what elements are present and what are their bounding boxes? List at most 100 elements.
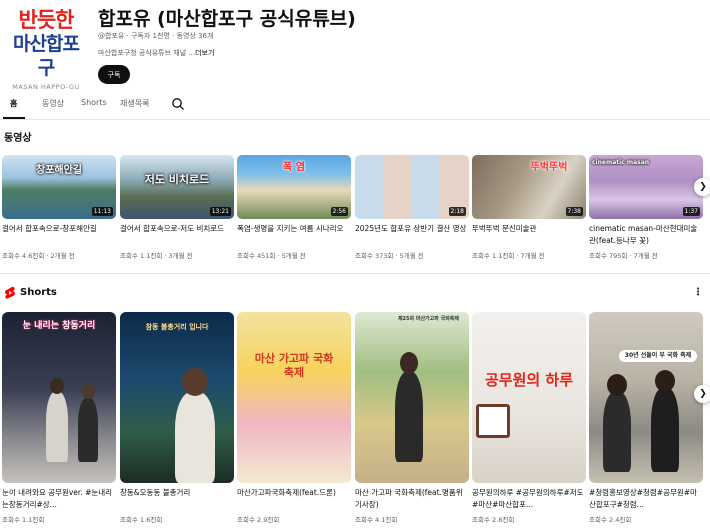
short-meta: 조회수 2.4천회 — [589, 516, 632, 524]
short-thumbnail-text: 공무원의 하루 — [484, 371, 574, 389]
channel-logo: 반듯한 마산합포구 MASAN HAPPO-GU — [6, 8, 86, 91]
short-thumbnail-text: 참동 불총거리 입니다 — [145, 323, 209, 331]
chevron-right-icon[interactable]: ❯ — [694, 385, 710, 403]
duration-badge: 2:18 — [448, 207, 466, 216]
short-title[interactable]: 마산가고파국화축제(feat.드론) — [237, 487, 351, 511]
channel-description[interactable]: 마산합포구청 공식유튜브 채널 ...더보기 — [98, 48, 214, 58]
more-vert-icon[interactable]: ⋮ — [693, 287, 703, 298]
video-title[interactable]: 폭염-생명을 지키는 여름 시나리오 — [237, 223, 351, 247]
short-meta: 조회수 4.1천회 — [355, 516, 398, 524]
chevron-right-icon[interactable]: ❯ — [694, 178, 710, 196]
video-meta: 조회수 1.1천회 · 7개월 전 — [472, 252, 545, 260]
video-meta: 조회수 4.6천회 · 2개월 전 — [2, 252, 75, 260]
logo-line3: MASAN HAPPO-GU — [12, 83, 80, 91]
short-thumbnail[interactable]: 마산 가고파 국화축제 — [237, 312, 351, 483]
video-title[interactable]: cinematic masan-마산현대미술관(feat.등나무 꽃) — [589, 223, 703, 247]
short-title[interactable]: 마산 가고파 국화축제(feat.명품위기사장) — [355, 487, 469, 511]
video-thumbnail[interactable]: cinematic masan 1:37 — [589, 155, 703, 219]
logo-line2: 마산합포구 — [13, 33, 80, 79]
thumbnail-text: cinematic masan — [592, 159, 650, 166]
channel-tabs: 홈 동영상 Shorts 재생목록 — [0, 92, 710, 120]
short-title[interactable]: 창동&오동동 불총거리 — [120, 487, 234, 511]
short-meta: 조회수 1.6천회 — [120, 516, 163, 524]
person-figure — [175, 392, 215, 483]
short-thumbnail[interactable]: 공무원의 하루 — [472, 312, 586, 483]
short-thumbnail-text: 눈 내리는 창동거리 — [22, 321, 96, 331]
video-title[interactable]: 2025년도 합포유 상반기 결산 영상 — [355, 223, 469, 247]
video-card[interactable]: cinematic masan 1:37 cinematic masan-마산현… — [589, 155, 703, 260]
video-meta: 조회수 1.1천회 · 3개월 전 — [120, 252, 193, 260]
video-thumbnail[interactable]: 저도 비치로드 13:21 — [120, 155, 234, 219]
tab-playlists[interactable]: 재생목록 — [120, 98, 149, 109]
video-thumbnail[interactable]: 2:18 — [355, 155, 469, 219]
person-figure — [395, 372, 423, 462]
tab-videos[interactable]: 동영상 — [42, 98, 64, 109]
short-thumbnail[interactable]: 눈 내리는 창동거리 — [2, 312, 116, 483]
person-figure — [46, 392, 68, 462]
subscribe-button[interactable]: 구독 — [98, 65, 130, 84]
video-meta: 조회수 795회 · 7개월 전 — [589, 252, 658, 260]
short-thumbnail[interactable]: 30년 선돌이 부 국화 축제 — [589, 312, 703, 483]
person-head — [50, 378, 64, 394]
duration-badge: 11:13 — [91, 207, 113, 216]
person-head — [400, 352, 418, 374]
video-thumbnail[interactable]: 뚜벅뚜벅 7:38 — [472, 155, 586, 219]
video-thumbnail[interactable]: 폭 염 2:56 — [237, 155, 351, 219]
tab-shorts[interactable]: Shorts — [81, 98, 107, 107]
video-card[interactable]: 저도 비치로드 13:21 걸어서 합포속으로-저도 비치로드 조회수 1.1천… — [120, 155, 234, 260]
short-title[interactable]: 눈이 내려와요 공무원ver. #눈내리는창동거리#상... — [2, 487, 116, 511]
short-card[interactable]: 제25회 마산가고파 국화축제 마산 가고파 국화축제(feat.명품위기사장)… — [355, 312, 469, 524]
duration-badge: 2:56 — [330, 207, 348, 216]
thumbnail-text: 뚜벅뚜벅 — [530, 162, 568, 173]
video-meta: 조회수 373회 · 5개월 전 — [355, 252, 424, 260]
person-figure — [651, 388, 679, 472]
person-head — [82, 384, 95, 399]
person-head — [655, 370, 675, 392]
video-title[interactable]: 뚜벅뚜벅 문신미술관 — [472, 223, 586, 247]
section-divider — [0, 273, 710, 274]
short-meta: 조회수 2.9천회 — [237, 516, 280, 524]
videos-section-title: 동영상 — [4, 133, 32, 144]
short-thumbnail[interactable]: 제25회 마산가고파 국화축제 — [355, 312, 469, 483]
short-card[interactable]: 마산 가고파 국화축제 마산가고파국화축제(feat.드론) 조회수 2.9천회 — [237, 312, 351, 524]
duration-badge: 7:38 — [565, 207, 583, 216]
search-icon[interactable] — [171, 97, 185, 111]
shorts-icon — [5, 286, 15, 299]
person-figure — [603, 392, 631, 472]
video-card[interactable]: 2:18 2025년도 합포유 상반기 결산 영상 조회수 373회 · 5개월… — [355, 155, 469, 260]
short-card[interactable]: 30년 선돌이 부 국화 축제 #청렴홍보영상#청렴#공무원#마산합포구#청렴.… — [589, 312, 703, 524]
video-card[interactable]: 폭 염 2:56 폭염-생명을 지키는 여름 시나리오 조회수 451회 · 5… — [237, 155, 351, 260]
short-meta: 조회수 1.1천회 — [2, 516, 45, 524]
tab-home[interactable]: 홈 — [10, 98, 17, 109]
more-link[interactable]: 더보기 — [195, 49, 214, 57]
short-card[interactable]: 눈 내리는 창동거리 눈이 내려와요 공무원ver. #눈내리는창동거리#상..… — [2, 312, 116, 524]
video-meta: 조회수 451회 · 5개월 전 — [237, 252, 306, 260]
channel-name: 합포유 (마산합포구 공식유튜브) — [98, 8, 356, 30]
person-figure — [78, 398, 98, 462]
video-card[interactable]: 뚜벅뚜벅 7:38 뚜벅뚜벅 문신미술관 조회수 1.1천회 · 7개월 전 — [472, 155, 586, 260]
thumbnail-text: 폭 염 — [283, 162, 305, 173]
short-title[interactable]: 공무원의하루 #공무원의하루#저도 #마산#마산합포... — [472, 487, 586, 511]
video-title[interactable]: 걸어서 합포속으로-저도 비치로드 — [120, 223, 234, 247]
short-meta: 조회수 2.8천회 — [472, 516, 515, 524]
short-thumbnail-text: 30년 선돌이 부 국화 축제 — [619, 350, 697, 362]
active-tab-indicator — [3, 117, 25, 119]
video-thumbnail[interactable]: 창포해안길 11:13 — [2, 155, 116, 219]
video-title[interactable]: 걸어서 합포속으로-창포해안길 — [2, 223, 116, 247]
short-card[interactable]: 참동 불총거리 입니다 창동&오동동 불총거리 조회수 1.6천회 — [120, 312, 234, 524]
description-text: 마산합포구청 공식유튜브 채널 ... — [98, 49, 196, 57]
duration-badge: 1:37 — [682, 207, 700, 216]
thumbnail-text: 저도 비치로드 — [144, 173, 210, 186]
logo-line1: 반듯한 — [18, 8, 75, 32]
shorts-section-title: Shorts — [20, 287, 57, 298]
clock-frame — [476, 404, 510, 438]
channel-meta: @합포유 · 구독자 1천명 · 동영상 36개 — [98, 32, 214, 40]
thumbnail-text: 창포해안길 — [36, 165, 82, 176]
person-head — [182, 368, 208, 396]
short-thumbnail[interactable]: 참동 불총거리 입니다 — [120, 312, 234, 483]
video-card[interactable]: 창포해안길 11:13 걸어서 합포속으로-창포해안길 조회수 4.6천회 · … — [2, 155, 116, 260]
short-title[interactable]: #청렴홍보영상#청렴#공무원#마산합포구#청렴... — [589, 487, 703, 511]
short-thumbnail-text: 마산 가고파 국화축제 — [254, 352, 334, 379]
short-thumbnail-text: 제25회 마산가고파 국화축제 — [397, 316, 459, 322]
short-card[interactable]: 공무원의 하루 공무원의하루 #공무원의하루#저도 #마산#마산합포... 조회… — [472, 312, 586, 524]
